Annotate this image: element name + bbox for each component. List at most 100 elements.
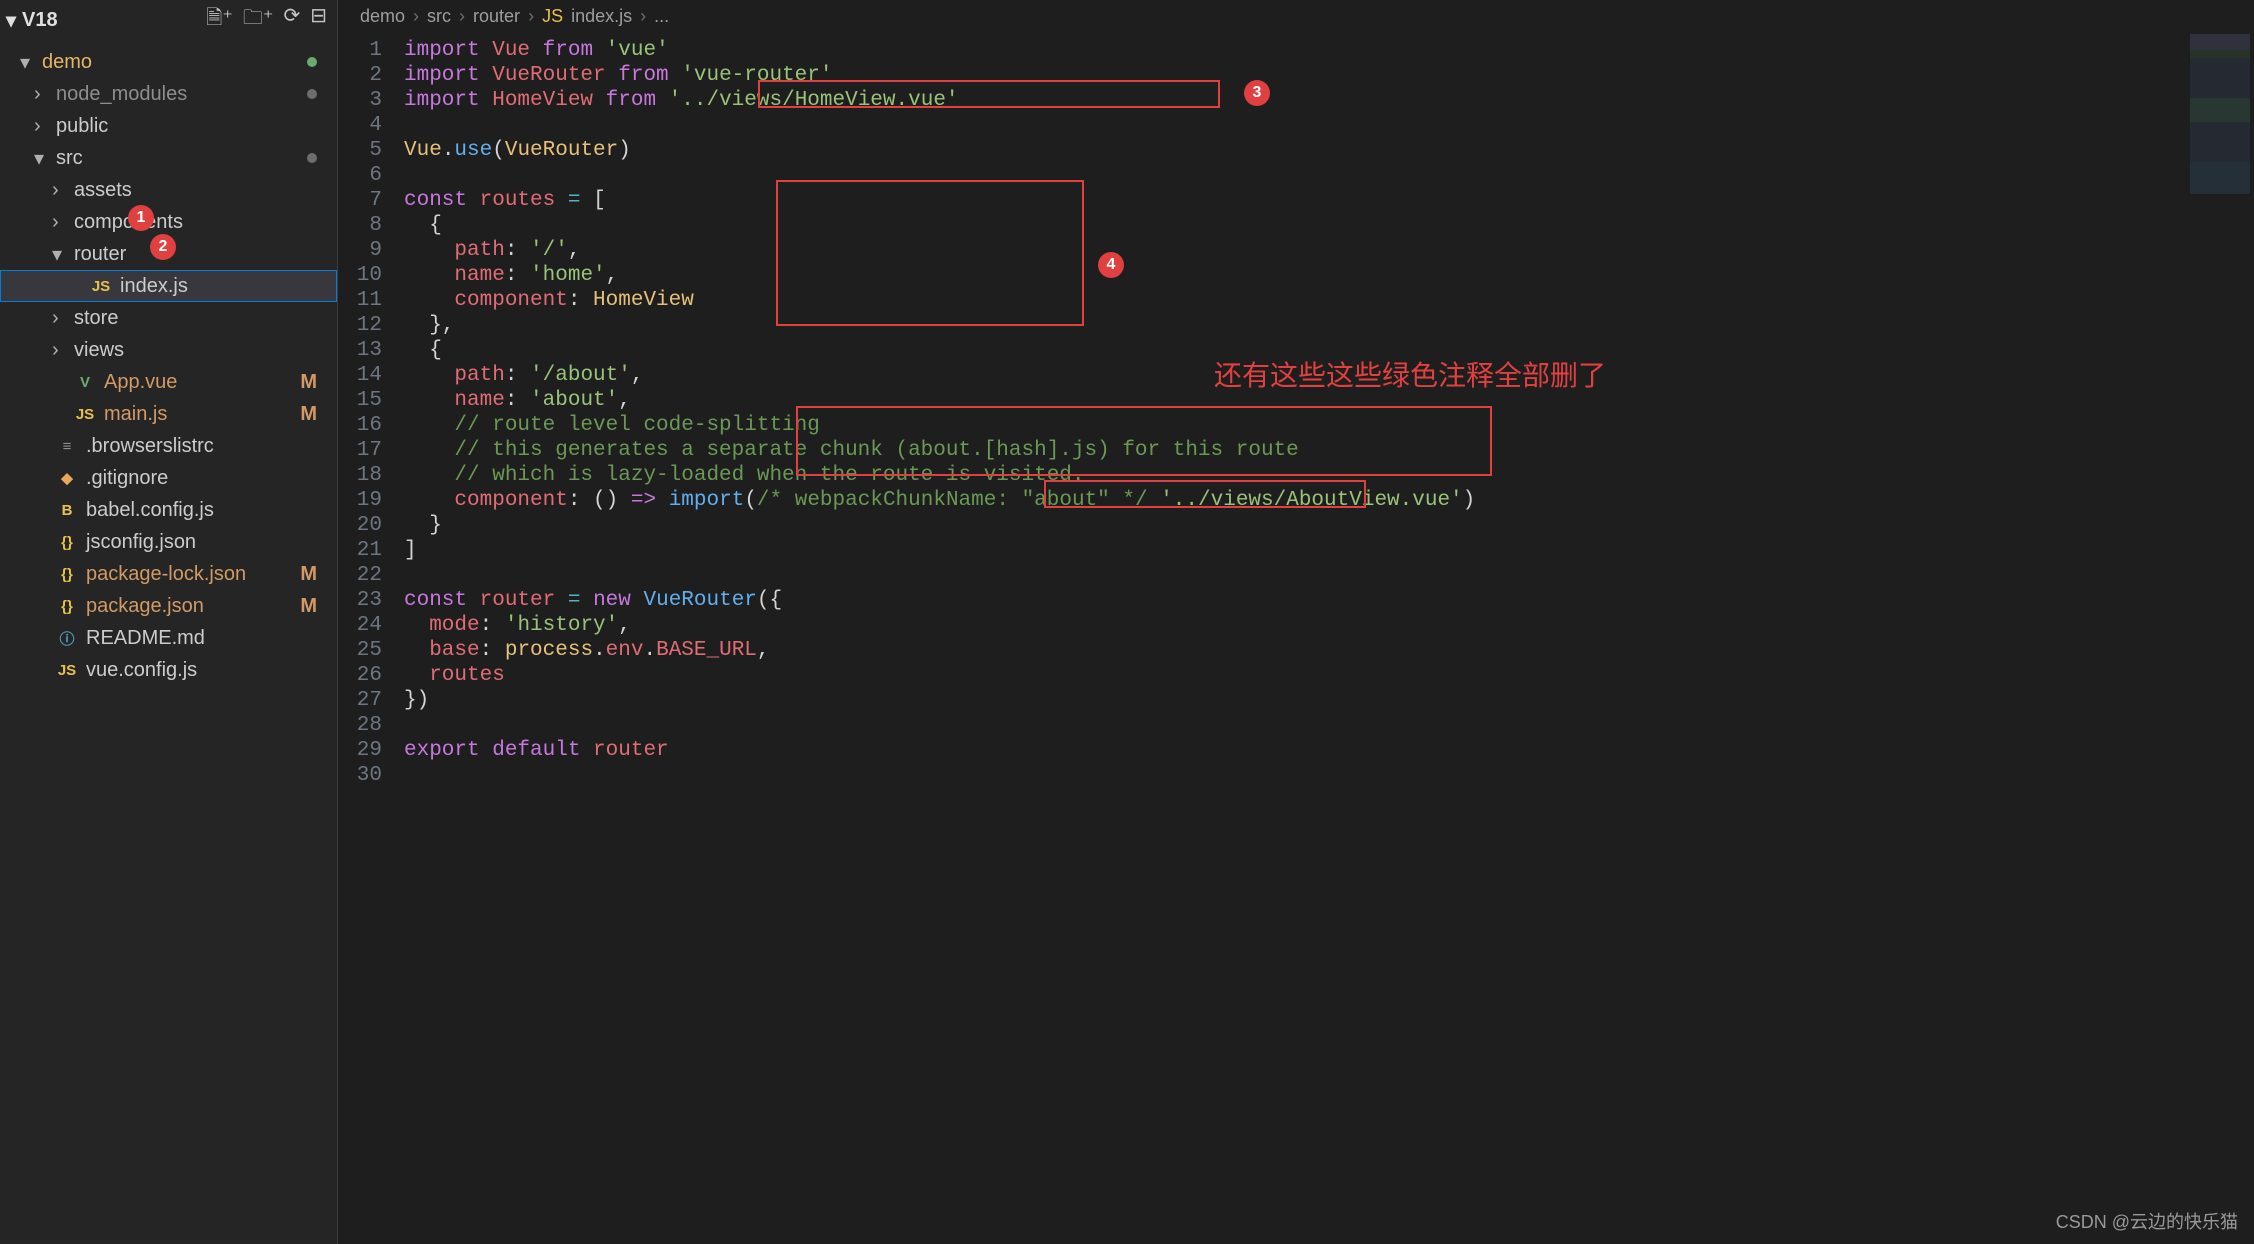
- code-line[interactable]: export default router: [404, 738, 2254, 763]
- line-number: 20: [338, 513, 382, 538]
- file-type-icon: ≡: [56, 438, 78, 455]
- code-line[interactable]: mode: 'history',: [404, 613, 2254, 638]
- tree-row[interactable]: JSmain.jsM: [0, 398, 337, 430]
- line-number: 18: [338, 463, 382, 488]
- code-line[interactable]: ]: [404, 538, 2254, 563]
- tree-row[interactable]: ▾router: [0, 238, 337, 270]
- tree-row[interactable]: ›assets: [0, 174, 337, 206]
- code-line[interactable]: [404, 163, 2254, 188]
- tree-row[interactable]: ›public: [0, 110, 337, 142]
- line-number: 7: [338, 188, 382, 213]
- breadcrumb-segment[interactable]: index.js: [571, 6, 632, 27]
- tree-row[interactable]: ▾demo: [0, 46, 337, 78]
- code-line[interactable]: // this generates a separate chunk (abou…: [404, 438, 2254, 463]
- code-content[interactable]: import Vue from 'vue'import VueRouter fr…: [404, 32, 2254, 1244]
- tree-row[interactable]: ◆.gitignore: [0, 462, 337, 494]
- new-file-icon[interactable]: 🗎⁺: [206, 3, 233, 37]
- tree-item-label: README.md: [86, 627, 337, 650]
- line-number: 14: [338, 363, 382, 388]
- code-line[interactable]: [404, 763, 2254, 788]
- chevron-right-icon[interactable]: ›: [52, 339, 66, 362]
- code-line[interactable]: Vue.use(VueRouter): [404, 138, 2254, 163]
- tree-row[interactable]: ›views: [0, 334, 337, 366]
- line-number: 21: [338, 538, 382, 563]
- code-line[interactable]: [404, 563, 2254, 588]
- tree-row[interactable]: ≡ .browserslistrc: [0, 430, 337, 462]
- collapse-icon[interactable]: ⊟: [310, 3, 327, 37]
- chevron-right-icon[interactable]: ›: [34, 115, 48, 138]
- minimap[interactable]: [2190, 34, 2250, 194]
- tree-row[interactable]: ›store: [0, 302, 337, 334]
- tree-row[interactable]: JSvue.config.js: [0, 654, 337, 686]
- code-line[interactable]: [404, 113, 2254, 138]
- tree-item-label: .browserslistrc: [86, 435, 337, 458]
- chevron-down-icon[interactable]: ▾: [20, 50, 34, 75]
- chevron-right-icon[interactable]: ›: [34, 83, 48, 106]
- line-number: 16: [338, 413, 382, 438]
- breadcrumb-segment[interactable]: src: [427, 6, 451, 27]
- code-line[interactable]: }: [404, 513, 2254, 538]
- line-number: 1: [338, 38, 382, 63]
- chevron-right-icon[interactable]: ›: [52, 179, 66, 202]
- tree-row[interactable]: {}package-lock.jsonM: [0, 558, 337, 590]
- tree-item-label: node_modules: [56, 83, 337, 106]
- code-line[interactable]: import Vue from 'vue': [404, 38, 2254, 63]
- tree-row[interactable]: {}jsconfig.json: [0, 526, 337, 558]
- code-line[interactable]: path: '/about',: [404, 363, 2254, 388]
- code-line[interactable]: [404, 713, 2254, 738]
- tree-row[interactable]: ⓘREADME.md: [0, 622, 337, 654]
- tree-row[interactable]: Bbabel.config.js: [0, 494, 337, 526]
- file-type-icon: JS: [90, 278, 112, 295]
- code-line[interactable]: name: 'about',: [404, 388, 2254, 413]
- status-dot-icon: [307, 57, 317, 67]
- chevron-right-icon[interactable]: ›: [52, 211, 66, 234]
- breadcrumb-segment[interactable]: router: [473, 6, 520, 27]
- chevron-right-icon: ›: [459, 6, 465, 27]
- code-line[interactable]: component: () => import(/* webpackChunkN…: [404, 488, 2254, 513]
- breadcrumb-segment[interactable]: ...: [654, 6, 669, 27]
- chevron-down-icon[interactable]: ▾: [6, 8, 16, 33]
- file-tree[interactable]: ▾demo › node_modules ›public▾src›assets›com…: [0, 44, 337, 1244]
- tree-row[interactable]: › node_modules: [0, 78, 337, 110]
- chevron-down-icon[interactable]: ▾: [34, 146, 48, 171]
- code-line[interactable]: import HomeView from '../views/HomeView.…: [404, 88, 2254, 113]
- explorer-sidebar: ▾ V18 🗎⁺ 🗀⁺ ⟳ ⊟ ▾demo›node_modules›publi…: [0, 0, 338, 1244]
- tree-row[interactable]: VApp.vueM: [0, 366, 337, 398]
- code-line[interactable]: base: process.env.BASE_URL,: [404, 638, 2254, 663]
- vcs-status-badge: M: [300, 595, 317, 618]
- tree-item-label: jsconfig.json: [86, 531, 337, 554]
- tree-row[interactable]: {}package.jsonM: [0, 590, 337, 622]
- file-type-icon: V: [74, 374, 96, 391]
- code-line[interactable]: },: [404, 313, 2254, 338]
- tree-row[interactable]: JSindex.js: [0, 270, 337, 302]
- line-number: 25: [338, 638, 382, 663]
- code-line[interactable]: path: '/',: [404, 238, 2254, 263]
- code-line[interactable]: // route level code-splitting: [404, 413, 2254, 438]
- code-line[interactable]: component: HomeView: [404, 288, 2254, 313]
- chevron-right-icon[interactable]: ›: [52, 307, 66, 330]
- code-line[interactable]: const router = new VueRouter({: [404, 588, 2254, 613]
- code-area[interactable]: 1234567891011121314151617181920212223242…: [338, 32, 2254, 1244]
- code-line[interactable]: {: [404, 213, 2254, 238]
- breadcrumb[interactable]: demo › src › router › JS index.js › ...: [338, 0, 2254, 32]
- status-dot-icon: [307, 89, 317, 99]
- file-type-icon: {}: [56, 566, 78, 583]
- refresh-icon[interactable]: ⟳: [283, 3, 300, 37]
- tree-row[interactable]: ▾src: [0, 142, 337, 174]
- line-number: 15: [338, 388, 382, 413]
- line-number: 3: [338, 88, 382, 113]
- code-line[interactable]: name: 'home',: [404, 263, 2254, 288]
- tree-row[interactable]: ›components: [0, 206, 337, 238]
- code-line[interactable]: {: [404, 338, 2254, 363]
- chevron-down-icon[interactable]: ▾: [52, 242, 66, 267]
- code-line[interactable]: import VueRouter from 'vue-router': [404, 63, 2254, 88]
- breadcrumb-segment[interactable]: demo: [360, 6, 405, 27]
- line-number: 2: [338, 63, 382, 88]
- tree-item-label: babel.config.js: [86, 499, 337, 522]
- code-line[interactable]: // which is lazy-loaded when the route i…: [404, 463, 2254, 488]
- new-folder-icon[interactable]: 🗀⁺: [243, 3, 274, 37]
- code-line[interactable]: }): [404, 688, 2254, 713]
- chevron-right-icon: ›: [413, 6, 419, 27]
- code-line[interactable]: const routes = [: [404, 188, 2254, 213]
- code-line[interactable]: routes: [404, 663, 2254, 688]
